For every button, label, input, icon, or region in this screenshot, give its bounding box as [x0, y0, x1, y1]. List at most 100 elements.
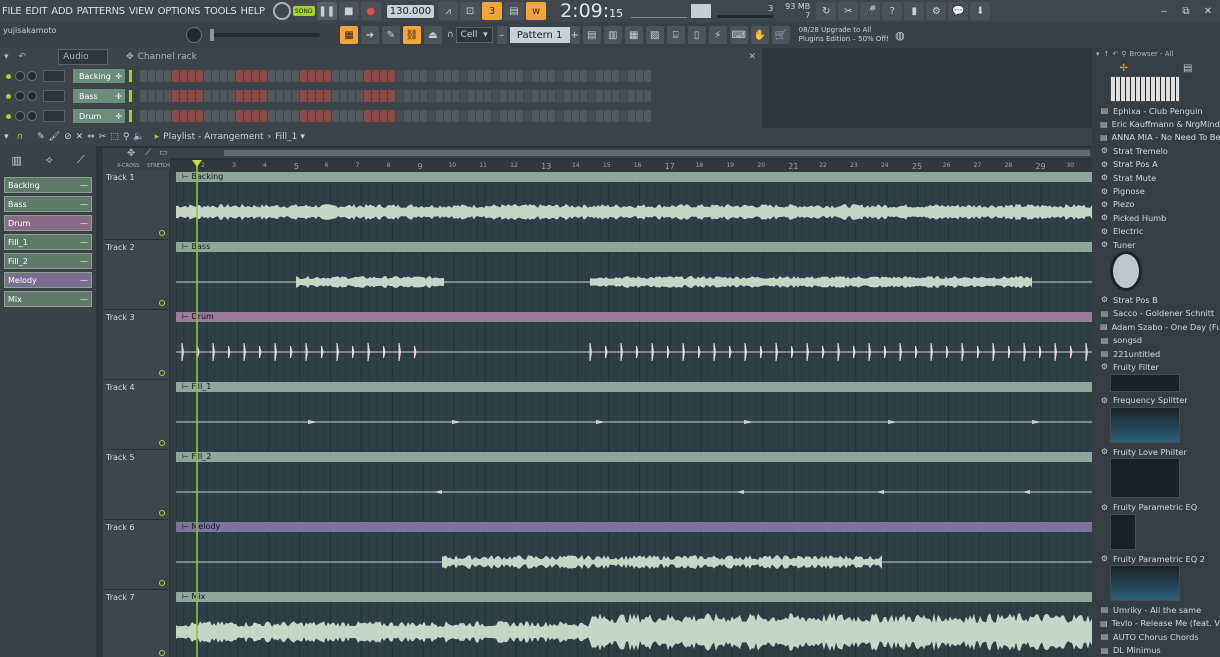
audio-clip-header[interactable]: ⊢ Mix [176, 592, 1092, 602]
step-button[interactable] [572, 70, 579, 82]
browser-item[interactable]: ▤Eric Kauffmann & NrgMind - Ec [1092, 117, 1220, 130]
scrollbar-thumb[interactable] [224, 150, 1090, 156]
step-button[interactable] [292, 90, 299, 102]
step-button[interactable] [284, 70, 291, 82]
step-button[interactable] [332, 90, 339, 102]
step-button[interactable] [404, 70, 411, 82]
step-button[interactable] [460, 110, 467, 122]
step-button[interactable] [524, 90, 531, 102]
step-button[interactable] [316, 110, 323, 122]
step-button[interactable] [236, 70, 243, 82]
step-button[interactable] [172, 90, 179, 102]
channel-mixer-slot[interactable] [43, 70, 65, 82]
song-mode-toggle[interactable]: SONG [292, 6, 315, 16]
plugin-icon[interactable]: ⚙ [926, 2, 947, 20]
step-button[interactable] [524, 70, 531, 82]
step-button[interactable] [596, 110, 603, 122]
step-button[interactable] [276, 110, 283, 122]
browser-item[interactable]: ⚙ Fruity Love Philter [1092, 445, 1220, 458]
step-button[interactable] [516, 110, 523, 122]
audio-clip-header[interactable]: ⊢ Melody [176, 522, 1092, 532]
step-button[interactable] [612, 70, 619, 82]
pattern-item[interactable]: Mix ⁓ [4, 291, 92, 307]
countdown-icon[interactable]: 3 [482, 2, 503, 20]
channel-pan-knob[interactable] [15, 71, 25, 81]
browser-undo-icon[interactable]: ↶ [1112, 50, 1118, 58]
project-tree-icon[interactable]: ⌸ [666, 26, 685, 44]
step-button[interactable] [468, 110, 475, 122]
step-button[interactable] [252, 110, 259, 122]
step-button[interactable] [420, 90, 427, 102]
step-button[interactable] [348, 90, 355, 102]
playlist-lane[interactable]: ⊢ Drum [170, 312, 1092, 382]
step-button[interactable] [444, 110, 451, 122]
step-button[interactable] [556, 90, 563, 102]
globe-icon[interactable]: ◍ [895, 29, 905, 42]
tempo-tapper-icon[interactable]: ✋ [750, 26, 769, 44]
channel-led[interactable] [6, 113, 11, 119]
step-button[interactable] [428, 110, 435, 122]
playlist-icon[interactable]: ▤ [582, 26, 601, 44]
mic-icon[interactable]: 🎤 [860, 2, 881, 20]
step-button[interactable] [388, 90, 395, 102]
step-button[interactable] [452, 70, 459, 82]
browser-item[interactable]: ▤ 221untitled [1092, 347, 1220, 360]
step-button[interactable] [516, 70, 523, 82]
step-button[interactable] [436, 70, 443, 82]
pattern-add-icon[interactable]: + [569, 26, 580, 44]
step-button[interactable] [364, 90, 371, 102]
step-button[interactable] [556, 70, 563, 82]
step-button[interactable] [572, 90, 579, 102]
step-button[interactable] [620, 110, 627, 122]
channel-led[interactable] [6, 73, 11, 79]
step-button[interactable] [596, 70, 603, 82]
step-button[interactable] [492, 70, 499, 82]
step-button[interactable] [260, 110, 267, 122]
upgrade-promo[interactable]: 08/28 Upgrade to All Plugins Edition – 5… [799, 26, 889, 44]
playlist-lane[interactable]: ⊢ Fill_2 [170, 452, 1092, 522]
paint-tool-icon[interactable]: 🖌 [49, 132, 60, 142]
restore-icon[interactable]: ⧉ [1176, 2, 1196, 20]
step-button[interactable] [644, 90, 651, 102]
step-button[interactable] [140, 90, 147, 102]
step-button[interactable] [604, 110, 611, 122]
step-button[interactable] [284, 110, 291, 122]
mixer-icon[interactable]: ▨ [645, 26, 664, 44]
step-button[interactable] [444, 90, 451, 102]
step-button[interactable] [412, 70, 419, 82]
channel-vol-knob[interactable] [27, 111, 37, 121]
track-mute-led[interactable] [159, 510, 165, 516]
chat-icon[interactable]: 💬 [948, 2, 969, 20]
step-button[interactable] [356, 90, 363, 102]
picker-audio-icon[interactable]: ✧ [45, 154, 54, 167]
playlist-lane[interactable]: ⊢ Melody [170, 522, 1092, 592]
playhead[interactable] [196, 160, 198, 657]
channel-filter-dropdown[interactable]: Audio [58, 49, 109, 65]
step-button[interactable] [412, 90, 419, 102]
playhead-marker[interactable] [192, 160, 202, 167]
step-button[interactable] [356, 110, 363, 122]
step-button[interactable] [540, 90, 547, 102]
track-header[interactable]: Track 6 [103, 520, 169, 590]
horizontal-scrollbar[interactable] [170, 148, 1092, 158]
menu-tools[interactable]: TOOLS [204, 6, 237, 17]
step-button[interactable] [268, 110, 275, 122]
step-button[interactable] [484, 90, 491, 102]
step-button[interactable] [604, 70, 611, 82]
step-button[interactable] [628, 110, 635, 122]
step-button[interactable] [508, 90, 515, 102]
step-edit-icon[interactable]: ▤ [504, 2, 525, 20]
metronome-icon[interactable]: ⩘ [438, 2, 459, 20]
browser-item[interactable]: ▤ Umriky - All the same [1092, 603, 1220, 616]
step-button[interactable] [236, 110, 243, 122]
browser-item[interactable]: ⚙ Strat Mute [1092, 171, 1220, 184]
step-button[interactable] [340, 90, 347, 102]
pattern-item[interactable]: Drum ⁓ [4, 215, 92, 231]
step-button[interactable] [428, 70, 435, 82]
step-button[interactable] [300, 70, 307, 82]
step-button[interactable] [252, 70, 259, 82]
browser-item[interactable]: ▤ songsd [1092, 333, 1220, 346]
play-icon[interactable]: ❚❚ [316, 2, 337, 20]
step-button[interactable] [220, 110, 227, 122]
menu-patterns[interactable]: PATTERNS [77, 6, 126, 17]
